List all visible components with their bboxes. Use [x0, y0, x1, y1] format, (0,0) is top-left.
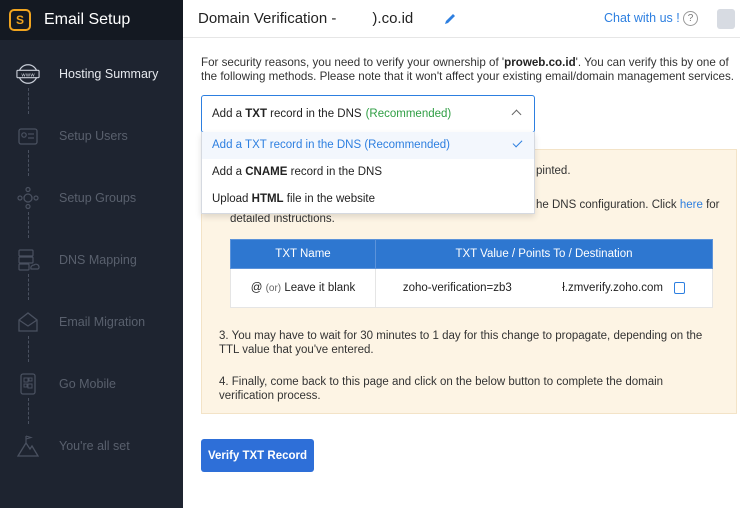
- mobile-qr-icon: [16, 372, 40, 396]
- option-html-file[interactable]: Upload HTML file in the website: [202, 186, 534, 213]
- page-title: Domain Verification - ).co.id: [198, 10, 413, 27]
- option-bold: HTML: [251, 193, 284, 205]
- chat-with-us-link[interactable]: Chat with us !: [604, 11, 680, 25]
- edit-pencil-icon[interactable]: [443, 12, 457, 26]
- verification-method-select[interactable]: Add a TXT record in the DNS (Recommended): [201, 95, 535, 133]
- selected-method-prefix: Add a: [212, 108, 246, 120]
- app-title: Email Setup: [44, 11, 131, 28]
- sidebar-item-setup-users[interactable]: Setup Users: [0, 116, 183, 156]
- sidebar-item-label: Hosting Summary: [59, 67, 159, 81]
- txt-name-blank: Leave it blank: [284, 282, 356, 294]
- txt-record-table: TXT Name TXT Value / Points To / Destina…: [230, 239, 713, 308]
- selected-method-bold: TXT: [245, 108, 267, 120]
- option-txt-record[interactable]: Add a TXT record in the DNS (Recommended…: [202, 132, 534, 159]
- column-header-txt-value: TXT Value / Points To / Destination: [375, 239, 713, 269]
- intro-domain: proweb.co.id: [504, 56, 576, 69]
- sidebar-item-label: Email Migration: [59, 315, 146, 329]
- help-icon[interactable]: ?: [683, 11, 698, 26]
- sidebar-item-label: Setup Groups: [59, 191, 137, 205]
- option-label: Add a TXT record in the DNS (Recommended…: [212, 139, 450, 151]
- sidebar-item-label: DNS Mapping: [59, 253, 137, 267]
- page-title-text: Domain Verification -: [198, 10, 337, 27]
- sidebar-item-all-set[interactable]: You're all set: [0, 426, 183, 466]
- step3-text: 3. You may have to wait for 30 minutes t…: [219, 330, 703, 356]
- avatar[interactable]: [717, 9, 735, 29]
- sidebar-item-go-mobile[interactable]: Go Mobile: [0, 364, 183, 404]
- sidebar-item-label: Go Mobile: [59, 377, 116, 391]
- option-rest: file in the website: [283, 193, 375, 205]
- option-rest: record in the DNS: [287, 166, 383, 178]
- option-cname-record[interactable]: Add a CNAME record in the DNS: [202, 159, 534, 186]
- selected-method: Add a TXT record in the DNS (Recommended): [212, 108, 451, 120]
- instructions-here-link[interactable]: here: [680, 199, 703, 211]
- intro-text-before: For security reasons, you need to verify…: [201, 56, 505, 69]
- column-header-txt-name: TXT Name: [230, 239, 376, 269]
- brand-bar: S Email Setup: [0, 0, 183, 40]
- txt-name-or: (or): [265, 283, 282, 294]
- mountain-flag-icon: [16, 434, 40, 458]
- sidebar-item-hosting-summary[interactable]: www Hosting Summary: [0, 54, 183, 94]
- sidebar-item-label: Setup Users: [59, 129, 128, 143]
- option-prefix: Upload: [212, 193, 252, 205]
- verify-txt-record-button[interactable]: Verify TXT Record: [201, 439, 314, 472]
- txt-value-part1[interactable]: zoho-verification=zb3: [403, 282, 512, 294]
- step4-text: 4. Finally, come back to this page and c…: [219, 376, 664, 402]
- group-network-icon: [16, 186, 40, 210]
- table-row: @ (or) Leave it blank zoho-verification=…: [230, 268, 713, 308]
- sidebar-item-setup-groups[interactable]: Setup Groups: [0, 178, 183, 218]
- step2-text-fragment: he DNS configuration. Click here for: [536, 198, 719, 212]
- www-globe-icon: www: [16, 62, 40, 86]
- option-prefix: Add a: [212, 166, 246, 178]
- step2-text-after: for: [706, 199, 720, 211]
- top-header: Domain Verification - ).co.id Chat with u…: [183, 0, 740, 38]
- envelope-icon: [16, 310, 40, 334]
- copy-icon[interactable]: [674, 281, 686, 294]
- sidebar-item-label: You're all set: [59, 439, 130, 453]
- checkmark-icon: [512, 137, 523, 148]
- selected-method-rest: record in the DNS: [266, 108, 362, 120]
- option-bold: CNAME: [245, 166, 288, 178]
- verification-intro: For security reasons, you need to verify…: [201, 56, 736, 84]
- step1-text-fragment: pinted.: [536, 165, 571, 177]
- step2-text: he DNS configuration. Click: [536, 199, 677, 211]
- chevron-up-icon[interactable]: [511, 109, 522, 120]
- txt-name-at: @: [250, 282, 263, 294]
- sidebar-item-dns-mapping[interactable]: DNS Mapping: [0, 240, 183, 280]
- svg-text:www: www: [21, 72, 35, 78]
- verification-method-menu: Add a TXT record in the DNS (Recommended…: [201, 132, 535, 214]
- txt-value-cell: zoho-verification=zb3 ł.zmverify.zoho.co…: [375, 268, 713, 308]
- server-cloud-icon: [16, 248, 40, 272]
- sidebar-item-email-migration[interactable]: Email Migration: [0, 302, 183, 342]
- txt-value-part2[interactable]: ł.zmverify.zoho.com: [562, 282, 663, 294]
- page-title-domain: ).co.id: [372, 10, 414, 27]
- user-card-icon: [16, 124, 40, 148]
- sidebar: S Email Setup www Hosting Summary Setup …: [0, 0, 183, 508]
- recommended-tag: (Recommended): [365, 108, 452, 120]
- txt-name-cell: @ (or) Leave it blank: [230, 268, 376, 308]
- zoho-logo-icon: S: [9, 9, 31, 31]
- step2-text-line2: detailed instructions.: [230, 213, 335, 225]
